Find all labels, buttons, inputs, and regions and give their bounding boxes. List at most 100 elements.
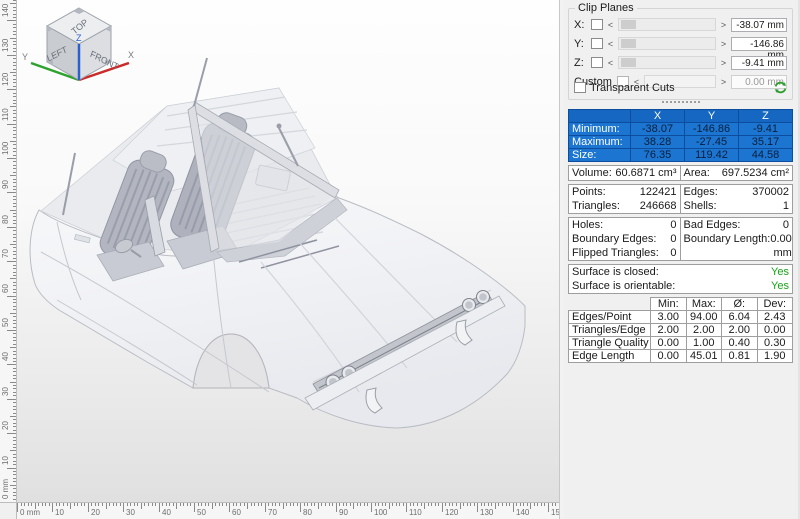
ruler-tick	[251, 503, 252, 506]
ruler-tick	[13, 14, 16, 15]
ruler-tick	[240, 503, 241, 506]
ruler-label: 70	[268, 509, 277, 517]
ruler-label: 40	[2, 352, 10, 361]
ruler-tick	[106, 503, 107, 509]
ruler-label: 110	[409, 509, 422, 517]
ruler-tick	[13, 289, 16, 290]
ruler-tick	[13, 461, 16, 462]
ruler-tick	[180, 503, 181, 506]
slider-thumb[interactable]	[621, 20, 636, 29]
ruler-tick	[13, 444, 16, 445]
ruler-tick	[552, 503, 553, 506]
statistics-area: XYZMinimum:-38.07-146.86-9.41Maximum:38.…	[568, 109, 793, 363]
ruler-tick	[13, 323, 16, 324]
ruler-tick	[13, 247, 16, 248]
ruler-tick	[378, 503, 379, 506]
ruler-tick	[10, 141, 16, 142]
clip-axis-checkbox[interactable]	[591, 38, 603, 49]
ruler-tick	[13, 302, 16, 303]
mesh-quality-row: Edge Length0.0045.010.811.90	[569, 350, 793, 363]
ruler-tick	[13, 27, 16, 28]
ruler-tick	[169, 503, 170, 506]
clip-axis-checkbox[interactable]	[591, 57, 603, 68]
ruler-tick	[13, 220, 16, 221]
clip-slider[interactable]	[618, 37, 716, 50]
ruler-tick	[406, 503, 407, 512]
ruler-tick	[13, 0, 16, 1]
clip-slider[interactable]	[618, 18, 716, 31]
ruler-label: 80	[2, 215, 10, 224]
slider-increment-button[interactable]: >	[719, 39, 728, 49]
slider-decrement-button[interactable]: <	[606, 58, 615, 68]
slider-decrement-button[interactable]: <	[606, 39, 615, 49]
ruler-tick	[385, 503, 386, 506]
ruler-tick	[509, 503, 510, 506]
ruler-tick	[10, 38, 16, 39]
clip-plane-row: Y:<>-146.86 mm	[574, 36, 787, 51]
clip-value-input[interactable]: -146.86 mm	[731, 37, 787, 51]
ruler-tick	[10, 313, 16, 314]
ruler-tick	[13, 103, 16, 104]
ruler-tick	[201, 503, 202, 506]
ruler-tick	[13, 351, 16, 352]
ruler-tick	[357, 503, 358, 506]
ruler-tick	[229, 503, 230, 512]
ruler-tick	[113, 503, 114, 506]
ruler-tick	[13, 471, 16, 472]
ruler-label: 120	[2, 73, 10, 86]
ruler-tick	[537, 503, 538, 506]
ruler-tick	[226, 503, 227, 506]
ruler-label: 130	[2, 39, 10, 52]
ruler-tick	[481, 503, 482, 506]
ruler-tick	[272, 503, 273, 506]
ruler-tick	[13, 495, 16, 496]
slider-increment-button[interactable]: >	[719, 20, 728, 30]
viewport-3d[interactable]: Y X Z TOP LEFT FRONT	[17, 0, 559, 502]
ruler-tick	[13, 395, 16, 396]
slider-thumb[interactable]	[621, 39, 636, 48]
ruler-tick	[555, 503, 556, 506]
clip-axis-checkbox[interactable]	[591, 19, 603, 30]
slider-increment-button[interactable]: >	[719, 58, 728, 68]
ruler-tick	[339, 503, 340, 506]
ruler-tick	[13, 268, 16, 269]
ruler-tick	[13, 234, 16, 235]
panel-drag-handle[interactable]	[564, 101, 798, 105]
ruler-tick	[7, 55, 16, 56]
ruler-tick	[212, 503, 213, 509]
clip-value-input[interactable]: -38.07 mm	[731, 18, 787, 32]
ruler-tick	[194, 503, 195, 512]
slider-decrement-button[interactable]: <	[606, 20, 615, 30]
ruler-tick	[49, 503, 50, 506]
ruler-label: 100	[2, 142, 10, 155]
ruler-tick	[417, 503, 418, 506]
ruler-tick	[13, 179, 16, 180]
transparent-cuts-checkbox[interactable]	[574, 82, 586, 93]
ruler-tick	[13, 230, 16, 231]
refresh-icon[interactable]	[773, 80, 788, 95]
clip-planes-group: Clip Planes X:<>-38.07 mmY:<>-146.86 mmZ…	[568, 8, 793, 100]
slider-thumb[interactable]	[621, 58, 636, 67]
ruler-tick	[7, 89, 16, 90]
clip-value-input[interactable]: -9.41 mm	[731, 56, 787, 70]
ruler-tick	[13, 237, 16, 238]
ruler-tick	[244, 503, 245, 506]
mesh-quality-row: Triangles/Edge2.002.002.000.00	[569, 324, 793, 337]
ruler-tick	[98, 503, 99, 506]
clip-axis-label: Z:	[574, 57, 588, 69]
ruler-tick	[470, 503, 471, 506]
ruler-tick	[13, 406, 16, 407]
ruler-tick	[13, 474, 16, 475]
status-value: Yes	[659, 265, 789, 279]
ruler-tick	[283, 503, 284, 509]
ruler-tick	[7, 192, 16, 193]
ruler-tick	[13, 285, 16, 286]
orientation-cube[interactable]: Y X Z TOP LEFT FRONT	[17, 0, 135, 92]
ruler-tick	[13, 292, 16, 293]
ruler-tick	[13, 426, 16, 427]
ruler-tick	[205, 503, 206, 506]
ruler-tick	[67, 503, 68, 506]
clip-slider[interactable]	[618, 56, 716, 69]
ruler-tick	[13, 388, 16, 389]
ruler-tick	[275, 503, 276, 506]
